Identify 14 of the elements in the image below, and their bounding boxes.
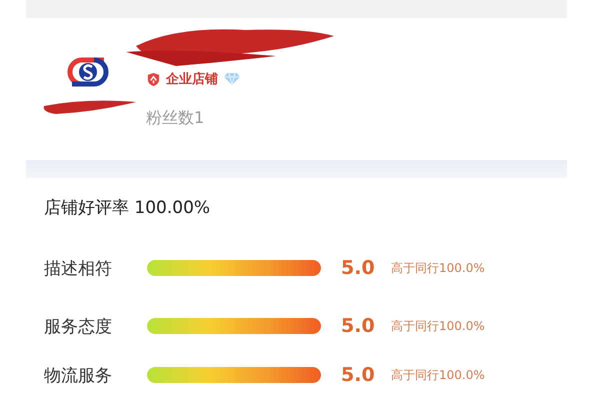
score-value: 5.0 [341,257,376,279]
rating-label: 物流服务 [44,364,113,386]
diamond-icon [223,72,241,86]
rating-label: 服务态度 [44,316,113,338]
score-value: 5.0 [341,364,376,386]
comparison-text: 高于同行100.0% [391,318,485,334]
rating-label: 描述相符 [44,258,113,280]
score-value: 5.0 [341,315,376,337]
fans-count: 粉丝数1 [146,108,206,129]
shop-type-label: 企业店铺 [166,70,218,88]
shield-icon [146,72,161,86]
comparison-text: 高于同行100.0% [391,366,485,384]
rating-title: 店铺好评率 100.00% [44,197,212,219]
comparison-text: 高于同行100.0% [391,260,485,276]
